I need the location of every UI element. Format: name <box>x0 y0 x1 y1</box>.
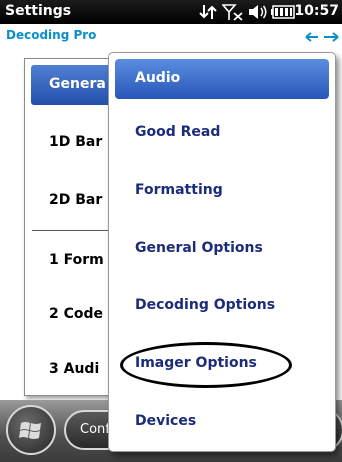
windows-flag-icon <box>19 422 41 439</box>
menu-item-label: Genera <box>49 76 106 92</box>
title-bar: Settings 10:57 <box>0 0 342 24</box>
submenu-item-label: Good Read <box>135 124 221 140</box>
app-title: Settings <box>5 3 72 19</box>
submenu-item-general-options[interactable]: General Options <box>109 232 335 266</box>
menu-item-label: 1 Form <box>49 252 104 268</box>
submenu-item-label: General Options <box>135 240 263 256</box>
sync-arrows-icon[interactable] <box>198 3 218 21</box>
submenu-item-imager-options[interactable]: Imager Options <box>109 347 335 381</box>
submenu-item-devices[interactable]: Devices <box>109 405 335 439</box>
start-button[interactable] <box>6 405 56 455</box>
softkey-label: Conf <box>80 422 110 437</box>
submenu-item-formatting[interactable]: Formatting <box>109 174 335 208</box>
battery-icon[interactable] <box>271 5 295 19</box>
submenu-item-label: Devices <box>135 413 197 429</box>
nav-arrows-icon[interactable] <box>304 30 340 44</box>
no-signal-icon[interactable] <box>222 3 244 21</box>
speaker-icon[interactable] <box>248 3 268 21</box>
page-header-title: Decoding Pro <box>6 28 97 42</box>
submenu-item-audio[interactable]: Audio <box>115 59 329 99</box>
menu-item-label: 2D Bar <box>49 192 103 208</box>
submenu-item-label: Imager Options <box>135 355 257 371</box>
menu-item-label: 2 Code <box>49 306 104 322</box>
submenu-item-good-read[interactable]: Good Read <box>109 116 335 150</box>
page-header: Decoding Pro <box>0 24 342 54</box>
menu-item-label: 1D Bar <box>49 134 103 150</box>
submenu-popup: Audio Good Read Formatting General Optio… <box>108 52 336 452</box>
menu-item-label: 3 Audi <box>49 361 100 377</box>
submenu-item-label: Formatting <box>135 182 223 198</box>
clock[interactable]: 10:57 <box>294 3 339 19</box>
submenu-item-label: Audio <box>135 70 181 86</box>
submenu-item-decoding-options[interactable]: Decoding Options <box>109 289 335 323</box>
submenu-item-label: Decoding Options <box>135 297 276 313</box>
